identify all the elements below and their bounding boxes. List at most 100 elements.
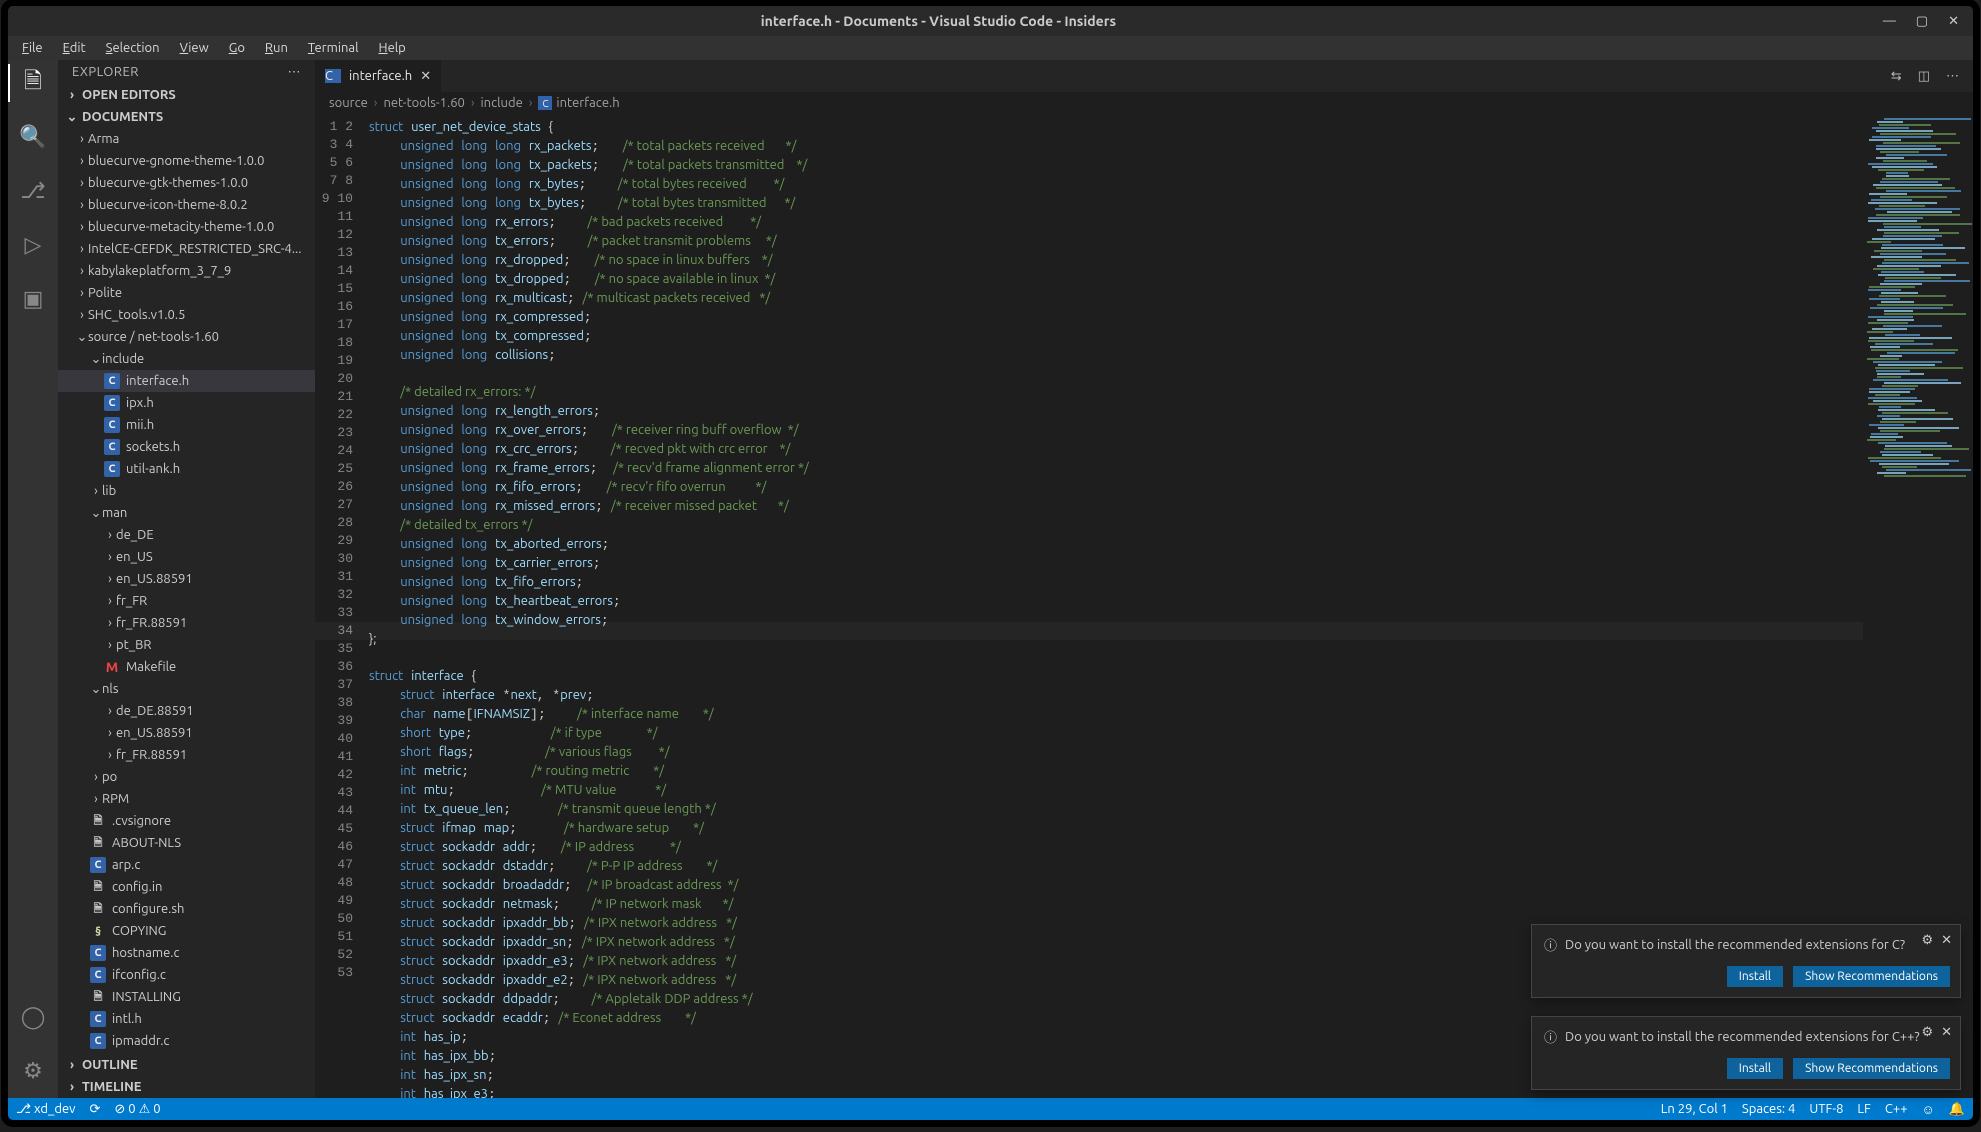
branch-indicator[interactable]: ⎇ xd_dev — [16, 1102, 76, 1117]
menu-selection[interactable]: Selection — [98, 39, 168, 57]
outline-section[interactable]: ›OUTLINE — [58, 1054, 315, 1076]
menu-edit[interactable]: Edit — [55, 39, 94, 57]
feedback-icon[interactable]: ☺ — [1922, 1102, 1935, 1117]
tree-item[interactable]: ›po — [58, 766, 315, 788]
tree-item[interactable]: Cinterface.h — [58, 370, 315, 392]
tree-item[interactable]: ›SHC_tools.v1.0.5 — [58, 304, 315, 326]
c-file-icon: C — [104, 461, 120, 477]
source-control-icon[interactable]: ⎇ — [20, 178, 46, 204]
c-file-icon: C — [104, 395, 120, 411]
show-recommendations-button[interactable]: Show Recommendations — [1793, 966, 1950, 987]
encoding-indicator[interactable]: UTF-8 — [1809, 1102, 1843, 1116]
eol-indicator[interactable]: LF — [1857, 1102, 1870, 1116]
tree-item[interactable]: ›fr_FR — [58, 590, 315, 612]
file-icon: 🗎 — [90, 835, 106, 851]
maximize-icon[interactable]: ▢ — [1916, 14, 1928, 29]
debug-icon[interactable]: ▷ — [20, 232, 46, 258]
install-button[interactable]: Install — [1727, 966, 1783, 987]
tree-item[interactable]: ›pt_BR — [58, 634, 315, 656]
menu-go[interactable]: Go — [221, 39, 253, 57]
notifications-icon[interactable]: 🔔 — [1949, 1102, 1965, 1117]
tree-item[interactable]: ›fr_FR.88591 — [58, 744, 315, 766]
breadcrumb-item[interactable]: Cinterface.h — [538, 96, 619, 111]
show-recommendations-button[interactable]: Show Recommendations — [1793, 1058, 1950, 1079]
tree-item[interactable]: ›Arma — [58, 128, 315, 150]
title-bar: interface.h - Documents - Visual Studio … — [8, 6, 1973, 36]
tree-item[interactable]: ⌄source / net-tools-1.60 — [58, 326, 315, 348]
tree-item[interactable]: 🗎configure.sh — [58, 898, 315, 920]
tree-item[interactable]: 🗎config.in — [58, 876, 315, 898]
open-editors-section[interactable]: ›OPEN EDITORS — [58, 84, 315, 106]
tree-item[interactable]: Cutil-ank.h — [58, 458, 315, 480]
tree-item[interactable]: Carp.c — [58, 854, 315, 876]
tree-item[interactable]: ›bluecurve-icon-theme-8.0.2 — [58, 194, 315, 216]
tree-item[interactable]: ›lib — [58, 480, 315, 502]
menu-file[interactable]: File — [14, 39, 51, 57]
language-mode[interactable]: C++ — [1885, 1102, 1908, 1116]
tree-item[interactable]: ⌄man — [58, 502, 315, 524]
tree-item[interactable]: ›de_DE — [58, 524, 315, 546]
menu-run[interactable]: Run — [257, 39, 296, 57]
compare-icon[interactable]: ⇆ — [1891, 69, 1902, 84]
tree-item[interactable]: ›kabylakeplatform_3_7_9 — [58, 260, 315, 282]
tree-item[interactable]: ›bluecurve-gtk-themes-1.0.0 — [58, 172, 315, 194]
tree-item[interactable]: ›fr_FR.88591 — [58, 612, 315, 634]
install-button[interactable]: Install — [1727, 1058, 1783, 1079]
tree-item[interactable]: 🗎INSTALLING — [58, 986, 315, 1008]
extensions-icon[interactable]: ▣ — [20, 286, 46, 312]
menu-terminal[interactable]: Terminal — [300, 39, 367, 57]
tree-item[interactable]: ⌄nls — [58, 678, 315, 700]
cursor-position[interactable]: Ln 29, Col 1 — [1661, 1102, 1728, 1116]
breadcrumb[interactable]: source›net-tools-1.60›include›Cinterface… — [315, 92, 1973, 114]
tree-item[interactable]: ›IntelCE-CEFDK_RESTRICTED_SRC-4... — [58, 238, 315, 260]
notification-popup: ⚙✕ⓘDo you want to install the recommende… — [1531, 1016, 1961, 1090]
breadcrumb-item[interactable]: net-tools-1.60 — [383, 96, 464, 110]
account-icon[interactable]: ◯ — [20, 1004, 46, 1030]
indent-indicator[interactable]: Spaces: 4 — [1742, 1102, 1795, 1116]
timeline-section[interactable]: ›TIMELINE — [58, 1076, 315, 1098]
close-icon[interactable]: ✕ — [1941, 1025, 1952, 1040]
close-tab-icon[interactable]: ✕ — [420, 69, 431, 84]
tree-item[interactable]: Cintl.h — [58, 1008, 315, 1030]
tree-item[interactable]: Chostname.c — [58, 942, 315, 964]
more-icon[interactable]: ⋯ — [288, 65, 302, 80]
split-editor-icon[interactable]: ◫ — [1918, 69, 1930, 84]
breadcrumb-item[interactable]: source — [329, 96, 368, 110]
breadcrumb-item[interactable]: include — [481, 96, 523, 110]
tree-item[interactable]: ›en_US — [58, 546, 315, 568]
menu-view[interactable]: View — [172, 39, 217, 57]
tab-interface-h[interactable]: C interface.h ✕ — [315, 60, 442, 92]
tree-item[interactable]: ›Polite — [58, 282, 315, 304]
explorer-icon[interactable]: 🗎 — [20, 70, 46, 96]
file-icon: 🗎 — [90, 901, 106, 917]
close-icon[interactable]: ✕ — [1948, 14, 1959, 29]
more-actions-icon[interactable]: ⋯ — [1946, 69, 1959, 84]
problems-indicator[interactable]: ⊘ 0 ⚠ 0 — [114, 1102, 160, 1117]
gear-icon[interactable]: ⚙ — [1921, 1025, 1933, 1040]
workspace-section[interactable]: ⌄DOCUMENTS — [58, 106, 315, 128]
minimize-icon[interactable]: — — [1883, 14, 1896, 29]
tree-item[interactable]: 🗎ABOUT-NLS — [58, 832, 315, 854]
tree-item[interactable]: ›bluecurve-metacity-theme-1.0.0 — [58, 216, 315, 238]
tree-item[interactable]: ›en_US.88591 — [58, 722, 315, 744]
tree-item[interactable]: Csockets.h — [58, 436, 315, 458]
search-icon[interactable]: 🔍 — [20, 124, 46, 150]
tree-item[interactable]: ›bluecurve-gnome-theme-1.0.0 — [58, 150, 315, 172]
tree-item[interactable]: ›en_US.88591 — [58, 568, 315, 590]
sync-icon[interactable]: ⟳ — [90, 1102, 101, 1117]
gear-icon[interactable]: ⚙ — [20, 1058, 46, 1084]
tree-item[interactable]: ›de_DE.88591 — [58, 700, 315, 722]
tree-item[interactable]: Cipx.h — [58, 392, 315, 414]
gear-icon[interactable]: ⚙ — [1921, 933, 1933, 948]
menu-help[interactable]: Help — [371, 39, 414, 57]
tree-item[interactable]: Cmii.h — [58, 414, 315, 436]
close-icon[interactable]: ✕ — [1941, 933, 1952, 948]
tree-item[interactable]: ⌄include — [58, 348, 315, 370]
tree-item[interactable]: ›RPM — [58, 788, 315, 810]
tree-item[interactable]: 🗎.cvsignore — [58, 810, 315, 832]
tree-item[interactable]: Cipmaddr.c — [58, 1030, 315, 1052]
tree-item[interactable]: Cifconfig.c — [58, 964, 315, 986]
tree-item[interactable]: MMakefile — [58, 656, 315, 678]
tree-item[interactable]: §COPYING — [58, 920, 315, 942]
license-icon: § — [90, 923, 106, 939]
